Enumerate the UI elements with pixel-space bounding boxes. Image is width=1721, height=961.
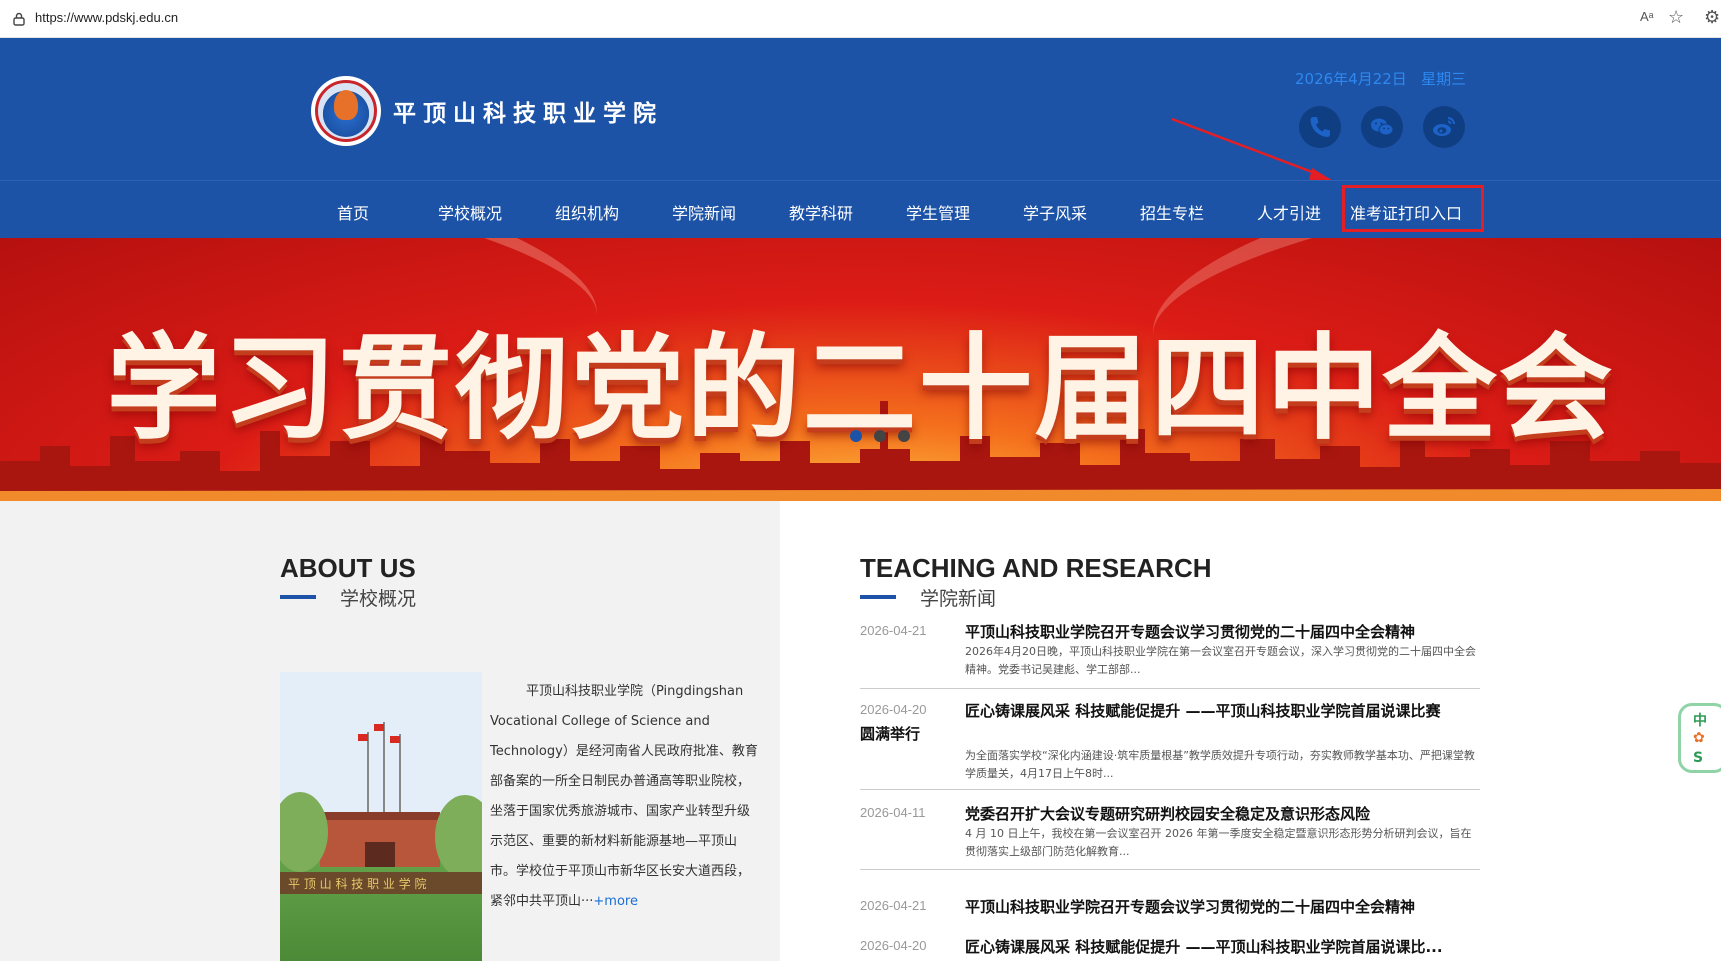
nav-news[interactable]: 学院新闻 <box>672 200 736 224</box>
news-date: 2026-04-21 <box>860 898 927 913</box>
about-more-link[interactable]: +more <box>593 894 638 909</box>
school-name[interactable]: 平顶山科技职业学院 <box>393 94 663 128</box>
news-title[interactable]: 匠心铸课展风采 科技赋能促提升 ——平顶山科技职业学院首届说课比... <box>965 936 1443 957</box>
widget-leaf-icon: ✿ <box>1693 730 1705 746</box>
news-date: 2026-04-21 <box>860 623 927 638</box>
news-title[interactable]: 党委召开扩大会议专题研究研判校园安全稳定及意识形态风险 <box>965 803 1370 824</box>
news-date: 2026-04-20 <box>860 938 927 953</box>
news-item-2[interactable]: 2026-04-20 匠心铸课展风采 科技赋能促提升 ——平顶山科技职业学院首届… <box>860 700 1480 790</box>
floating-side-widget[interactable]: 中 ✿ S <box>1678 703 1721 773</box>
news-item-3[interactable]: 2026-04-11 党委召开扩大会议专题研究研判校园安全稳定及意识形态风险 4… <box>860 803 1480 870</box>
news-date: 2026-04-20 <box>860 702 927 717</box>
news-title-cn: 学院新闻 <box>920 588 997 610</box>
main-nav: 首页 学校概况 组织机构 学院新闻 教学科研 学生管理 学子风采 招生专栏 人才… <box>0 180 1721 238</box>
news-title[interactable]: 平顶山科技职业学院召开专题会议学习贯彻党的二十届四中全会精神 <box>965 896 1415 917</box>
hero-banner[interactable]: 学习贯彻党的二十届四中全会 <box>0 238 1721 501</box>
news-title[interactable]: 平顶山科技职业学院召开专题会议学习贯彻党的二十届四中全会精神 <box>965 621 1415 642</box>
wechat-icon <box>1371 118 1394 136</box>
news-item-4[interactable]: 2026-04-21 平顶山科技职业学院召开专题会议学习贯彻党的二十届四中全会精… <box>860 896 1480 920</box>
about-title-cn: 学校概况 <box>340 588 417 610</box>
read-aloud-icon[interactable]: Aᵃ <box>1640 9 1654 24</box>
nav-organization[interactable]: 组织机构 <box>555 200 619 224</box>
url-field[interactable]: https://www.pdskj.edu.cn <box>35 10 178 25</box>
weibo-button[interactable] <box>1423 106 1465 148</box>
news-title-continued[interactable]: 圆满举行 <box>860 723 920 744</box>
slide-dot-1[interactable] <box>850 430 862 442</box>
svg-text:平 顶 山 科 技 职 业 学 院: 平 顶 山 科 技 职 业 学 院 <box>288 876 427 891</box>
campus-photo[interactable]: 平 顶 山 科 技 职 业 学 院 <box>280 672 482 961</box>
nav-about[interactable]: 学校概况 <box>438 200 502 224</box>
news-title-rule <box>860 595 896 599</box>
widget-char-1: 中 <box>1693 713 1707 729</box>
news-item-5[interactable]: 2026-04-20 匠心铸课展风采 科技赋能促提升 ——平顶山科技职业学院首届… <box>860 936 1480 958</box>
nav-student-affairs[interactable]: 学生管理 <box>906 200 970 224</box>
slide-dot-3[interactable] <box>898 430 910 442</box>
nav-teaching[interactable]: 教学科研 <box>789 200 853 224</box>
slide-dot-2[interactable] <box>874 430 886 442</box>
news-title[interactable]: 匠心铸课展风采 科技赋能促提升 ——平顶山科技职业学院首届说课比赛 <box>965 700 1440 721</box>
news-summary: 为全面落实学校“深化内涵建设·筑牢质量根基”教学质效提升专项行动，夯实教师教学基… <box>965 749 1475 780</box>
wechat-button[interactable] <box>1361 106 1403 148</box>
weibo-icon <box>1433 117 1455 136</box>
widget-char-2: S <box>1693 750 1704 766</box>
extensions-icon[interactable]: ⚙ <box>1704 7 1720 28</box>
nav-home[interactable]: 首页 <box>337 200 369 224</box>
news-divider <box>860 688 1480 689</box>
nav-student-life[interactable]: 学子风采 <box>1023 200 1087 224</box>
about-title-en: ABOUT US <box>280 553 416 583</box>
current-date: 2026年4月22日 星期三 <box>1295 68 1466 89</box>
news-title-en: TEACHING AND RESEARCH <box>860 553 1212 583</box>
site-header: 平顶山科技职业学院 2026年4月22日 星期三 <box>0 38 1721 180</box>
news-divider <box>860 869 1480 870</box>
news-divider <box>860 789 1480 790</box>
favorite-star-icon[interactable]: ☆ <box>1668 7 1684 28</box>
school-logo[interactable] <box>311 76 381 146</box>
news-summary: 4 月 10 日上午，我校在第一会议室召开 2026 年第一季度安全稳定暨意识形… <box>965 827 1472 858</box>
about-intro-body: 平顶山科技职业学院（Pingdingshan Vocational Colleg… <box>490 684 758 909</box>
campus-gate-illustration: 平 顶 山 科 技 职 业 学 院 <box>280 722 482 894</box>
lock-icon <box>13 12 25 26</box>
annotation-arrow <box>1171 117 1335 182</box>
weekday-value: 星期三 <box>1421 70 1467 88</box>
nav-recruitment[interactable]: 人才引进 <box>1257 200 1321 224</box>
browser-address-bar: https://www.pdskj.edu.cn Aᵃ ☆ ⚙ <box>0 0 1721 38</box>
news-summary: 2026年4月20日晚，平顶山科技职业学院在第一会议室召开专题会议，深入学习贯彻… <box>965 645 1476 676</box>
date-value: 2026年4月22日 <box>1295 70 1407 88</box>
news-date: 2026-04-11 <box>860 805 926 820</box>
about-title-rule <box>280 595 316 599</box>
about-intro-text: 平顶山科技职业学院（Pingdingshan Vocational Colleg… <box>490 677 760 917</box>
nav-admissions[interactable]: 招生专栏 <box>1140 200 1204 224</box>
nav-exam-ticket-print[interactable]: 准考证打印入口 <box>1350 200 1462 224</box>
news-item-1[interactable]: 2026-04-21 平顶山科技职业学院召开专题会议学习贯彻党的二十届四中全会精… <box>860 621 1480 689</box>
